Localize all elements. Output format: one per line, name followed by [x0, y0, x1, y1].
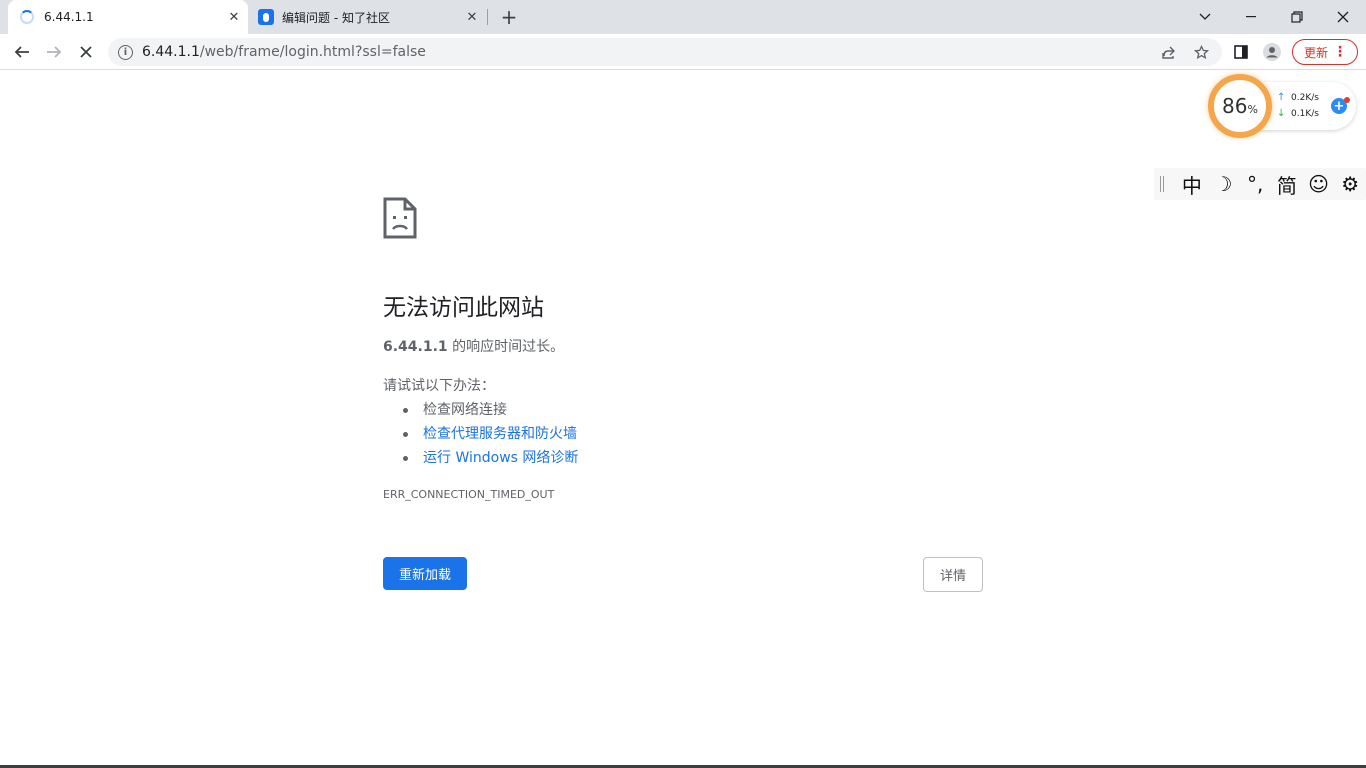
new-tab-button[interactable]: +: [498, 5, 520, 29]
ime-emoji-icon[interactable]: ☺: [1303, 172, 1335, 196]
address-bar[interactable]: i 6.44.1.1/web/frame/login.html?ssl=fals…: [108, 38, 1222, 66]
list-item: 运行 Windows 网络诊断: [403, 446, 578, 470]
ime-moon-icon[interactable]: ☽: [1208, 172, 1240, 196]
suggestion-check-network: 检查网络连接: [423, 402, 507, 418]
download-speed: ↓ 0.1K/s: [1277, 108, 1319, 119]
side-panel-button[interactable]: [1229, 38, 1253, 66]
download-speed-value: 0.1K/s: [1291, 109, 1319, 119]
upload-arrow-icon: ↑: [1277, 92, 1286, 103]
avatar-icon: [1263, 43, 1281, 61]
tab-separator: [487, 9, 488, 25]
zhiliao-favicon-icon: [258, 9, 274, 25]
tab-title: 6.44.1.1: [44, 10, 94, 24]
ime-chinese-toggle[interactable]: 中: [1176, 170, 1208, 199]
bullet-icon: [403, 407, 408, 413]
bullet-icon: [403, 431, 408, 437]
memory-gauge[interactable]: 86%: [1208, 74, 1272, 138]
error-code: ERR_CONNECTION_TIMED_OUT: [383, 488, 555, 501]
error-host: 6.44.1.1: [383, 339, 448, 355]
info-icon[interactable]: i: [118, 44, 133, 60]
suggestion-windows-diagnostics-link[interactable]: 运行 Windows 网络诊断: [423, 448, 578, 468]
ime-settings-icon[interactable]: ⚙: [1334, 172, 1366, 196]
back-button[interactable]: [8, 38, 36, 66]
url-path: /web/frame/login.html?ssl=false: [199, 44, 426, 60]
url-host: 6.44.1.1: [142, 44, 200, 60]
ime-toolbar: 中 ☽ °, 简 ☺ ⚙: [1154, 168, 1366, 200]
suggestions-label: 请试试以下办法：: [383, 378, 495, 394]
update-button[interactable]: 更新 ⋮: [1292, 39, 1358, 65]
close-icon: [1337, 11, 1349, 23]
notification-dot: [1344, 97, 1350, 103]
browser-toolbar: i 6.44.1.1/web/frame/login.html?ssl=fals…: [0, 34, 1366, 70]
side-panel-icon: [1234, 45, 1248, 59]
gauge-percent: 86: [1222, 94, 1248, 118]
tab-6-44-1-1[interactable]: 6.44.1.1 ✕: [8, 0, 248, 34]
close-window-button[interactable]: [1320, 0, 1366, 34]
error-desc-text: 的响应时间过长。: [447, 339, 565, 355]
url-text: 6.44.1.1/web/frame/login.html?ssl=false: [142, 44, 426, 60]
bullet-icon: [403, 455, 408, 461]
update-label: 更新: [1304, 45, 1329, 60]
drag-handle-icon[interactable]: [1160, 176, 1164, 192]
forward-button[interactable]: [40, 38, 68, 66]
upload-speed: ↑ 0.2K/s: [1277, 92, 1319, 103]
sad-page-icon: [383, 197, 417, 239]
error-description: 6.44.1.1 的响应时间过长。: [383, 336, 564, 356]
minimize-icon: [1246, 16, 1256, 18]
tab-close-icon[interactable]: ✕: [224, 7, 244, 27]
reload-button[interactable]: 重新加载: [383, 557, 467, 590]
loading-spinner-icon: [20, 10, 34, 24]
error-title: 无法访问此网站: [383, 295, 544, 321]
details-button[interactable]: 详情: [923, 557, 983, 592]
suggestions-list: 检查网络连接 检查代理服务器和防火墙 运行 Windows 网络诊断: [403, 398, 578, 470]
list-item: 检查代理服务器和防火墙: [403, 422, 578, 446]
profile-button[interactable]: [1260, 38, 1284, 66]
list-item: 检查网络连接: [403, 398, 578, 422]
upload-speed-value: 0.2K/s: [1291, 93, 1319, 103]
stop-icon: [80, 46, 92, 58]
ime-simplified-toggle[interactable]: 简: [1271, 170, 1303, 199]
restore-icon: [1291, 11, 1303, 23]
chevron-down-icon: [1199, 13, 1211, 20]
suggestion-proxy-firewall-link[interactable]: 检查代理服务器和防火墙: [423, 424, 577, 444]
restore-button[interactable]: [1274, 0, 1320, 34]
tab-search-button[interactable]: [1182, 0, 1228, 34]
arrow-left-icon: [14, 46, 29, 58]
gauge-percent-unit: %: [1247, 102, 1258, 116]
menu-dots-icon[interactable]: ⋮: [1333, 43, 1347, 61]
tab-zhiliao[interactable]: 编辑问题 - 知了社区 ✕: [250, 0, 486, 34]
arrow-right-icon: [47, 46, 62, 58]
download-arrow-icon: ↓: [1277, 108, 1286, 119]
tab-title: 编辑问题 - 知了社区: [282, 10, 390, 25]
tab-close-icon[interactable]: ✕: [462, 7, 482, 27]
tab-strip: 6.44.1.1 ✕ 编辑问题 - 知了社区 ✕ +: [0, 0, 1366, 34]
ime-punctuation-toggle[interactable]: °,: [1239, 172, 1271, 196]
bookmark-star-icon[interactable]: [1190, 42, 1212, 62]
stop-button[interactable]: [72, 38, 100, 66]
minimize-button[interactable]: [1228, 0, 1274, 34]
share-icon[interactable]: [1157, 42, 1179, 62]
